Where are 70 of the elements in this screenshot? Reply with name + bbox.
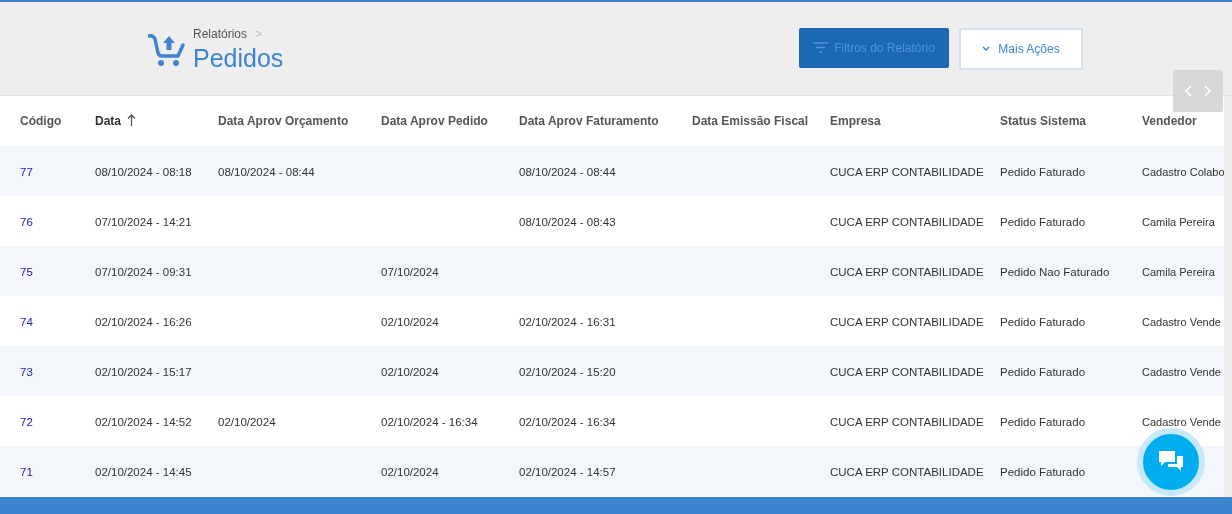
table-row[interactable]: 73 02/10/2024 - 15:17 02/10/2024 02/10/2024 - 15:20 CUCA ERP CONTABILIDADE Pedido Faturado Cadastro Vende	[0, 346, 1224, 396]
table-cell: Pedido Nao Faturado	[1000, 266, 1110, 278]
page-title: Pedidos	[193, 42, 284, 73]
table-cell: 02/10/2024	[381, 466, 439, 478]
table-cell: CUCA ERP CONTABILIDADE	[830, 366, 984, 378]
table-cell: CUCA ERP CONTABILIDADE	[830, 266, 984, 278]
table-cell: 08/10/2024 - 08:43	[519, 216, 616, 228]
table-cell: Camila Pereira	[1142, 216, 1215, 228]
table-cell: Cadastro Colabo	[1142, 166, 1224, 178]
order-code-link[interactable]: 77	[20, 166, 33, 178]
table-cell: 02/10/2024 - 14:45	[95, 466, 192, 478]
column-header[interactable]: Data Aprov Pedido	[381, 112, 488, 130]
table-cell: Pedido Faturado	[1000, 316, 1086, 328]
column-header[interactable]: Data	[95, 112, 121, 130]
breadcrumb-separator: >	[255, 25, 263, 43]
order-code-link[interactable]: 72	[20, 416, 33, 428]
table-row[interactable]: 77 08/10/2024 - 08:18 08/10/2024 - 08:44 08/10/2024 - 08:44 CUCA ERP CONTABILIDADE Pedido Faturado Cadastro Colabo	[0, 146, 1224, 196]
table-cell: 08/10/2024 - 08:18	[95, 166, 192, 178]
table-cell: 02/10/2024	[218, 416, 276, 428]
table-cell: 02/10/2024 - 16:31	[519, 316, 616, 328]
more-actions-button[interactable]: Mais Ações	[959, 27, 1083, 70]
order-code-link[interactable]: 71	[20, 466, 33, 478]
table-cell: 08/10/2024 - 08:44	[519, 166, 616, 178]
table-cell: CUCA ERP CONTABILIDADE	[830, 316, 984, 328]
table-cell: Pedido Faturado	[1000, 216, 1086, 228]
table-cell: Cadastro Vende	[1142, 416, 1221, 428]
order-code-link[interactable]: 75	[20, 266, 33, 278]
column-header[interactable]: Data Aprov Faturamento	[519, 112, 659, 130]
table-cell: 02/10/2024 - 16:26	[95, 316, 192, 328]
order-code-link[interactable]: 76	[20, 216, 33, 228]
table-cell: CUCA ERP CONTABILIDADE	[830, 166, 984, 178]
table-cell: Pedido Faturado	[1000, 466, 1086, 478]
table-cell: CUCA ERP CONTABILIDADE	[830, 416, 984, 428]
table-cell: 07/10/2024 - 09:31	[95, 266, 192, 278]
sort-arrow-icon[interactable]	[127, 113, 136, 126]
filter-icon	[813, 42, 829, 53]
table-cell: 02/10/2024 - 15:20	[519, 366, 616, 378]
table-cell: 07/10/2024 - 14:21	[95, 216, 192, 228]
column-header[interactable]: Vendedor	[1142, 112, 1197, 130]
table-cell: Pedido Faturado	[1000, 366, 1086, 378]
table-cell: 02/10/2024 - 16:34	[519, 416, 616, 428]
table-cell: 08/10/2024 - 08:44	[218, 166, 315, 178]
table-cell: Cadastro Vende	[1142, 316, 1221, 328]
column-header[interactable]: Status Sistema	[1000, 112, 1087, 130]
column-header[interactable]: Código	[20, 112, 62, 130]
table-cell: Pedido Faturado	[1000, 416, 1086, 428]
column-header[interactable]: Empresa	[830, 112, 881, 130]
order-code-link[interactable]: 74	[20, 316, 33, 328]
table-cell: Cadastro Vende	[1142, 366, 1221, 378]
column-header[interactable]: Data Emissão Fiscal	[692, 112, 809, 130]
table-cell: 02/10/2024 - 15:17	[95, 366, 192, 378]
table-cell: 02/10/2024	[381, 316, 439, 328]
chevron-left-right-icon	[1185, 85, 1211, 97]
table-cell: 02/10/2024	[381, 366, 439, 378]
chevron-down-icon	[982, 46, 991, 51]
breadcrumb-link[interactable]: Relatórios	[193, 24, 248, 43]
table-cell: 02/10/2024 - 14:57	[519, 466, 616, 478]
table-cell: 07/10/2024	[381, 266, 439, 278]
table-cell: 02/10/2024 - 14:52	[95, 416, 192, 428]
table-cell: CUCA ERP CONTABILIDADE	[830, 216, 984, 228]
table-row[interactable]: 75 07/10/2024 - 09:31 07/10/2024 CUCA ERP CONTABILIDADE Pedido Nao Faturado Camila Pereira	[0, 246, 1224, 296]
table-cell: Pedido Faturado	[1000, 166, 1086, 178]
table-cell: Camila Pereira	[1142, 266, 1215, 278]
column-header[interactable]: Data Aprov Orçamento	[218, 112, 349, 130]
table-cell: CUCA ERP CONTABILIDADE	[830, 466, 984, 478]
order-code-link[interactable]: 73	[20, 366, 33, 378]
table-cell: 02/10/2024 - 16:34	[381, 416, 478, 428]
table-row[interactable]: 71 02/10/2024 - 14:45 02/10/2024 02/10/2024 - 14:57 CUCA ERP CONTABILIDADE Pedido Faturado	[0, 446, 1224, 496]
cart-upload-icon	[148, 32, 185, 67]
scroll-columns-button[interactable]	[1173, 70, 1223, 112]
